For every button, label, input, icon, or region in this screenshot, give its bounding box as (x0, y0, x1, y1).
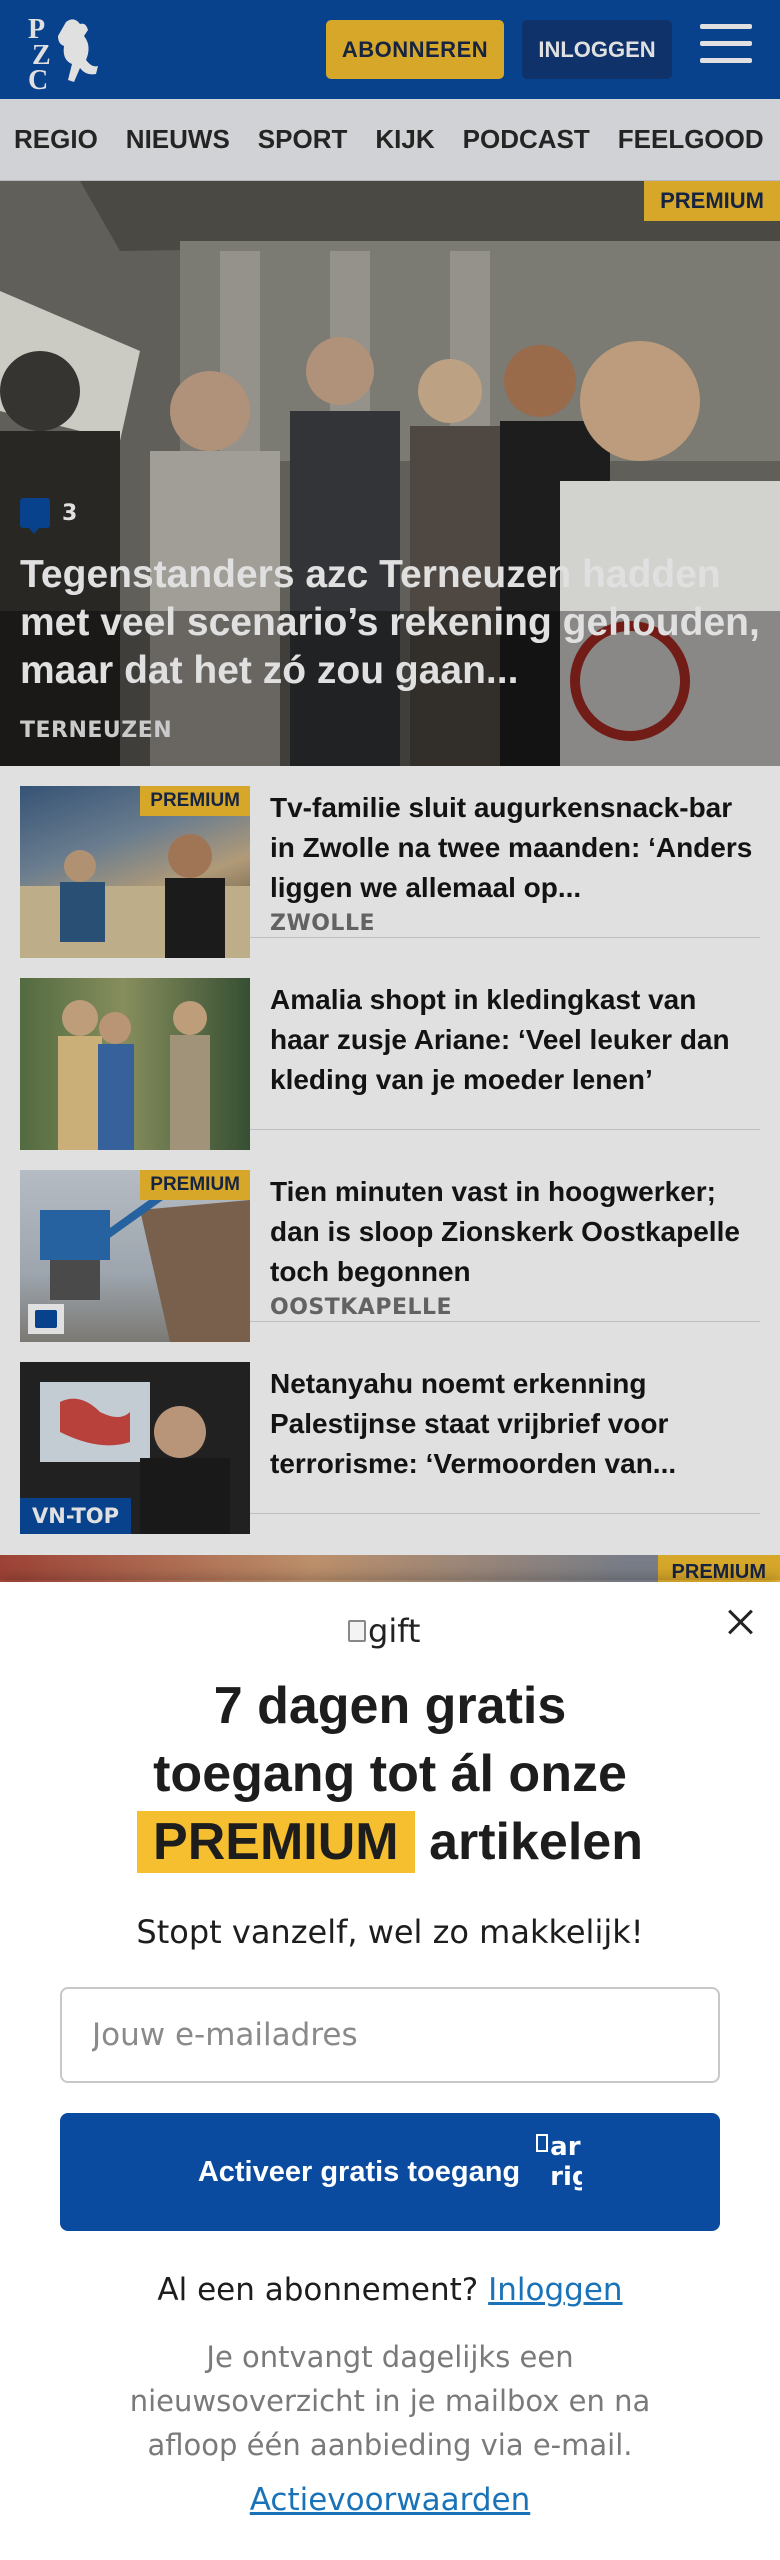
comment-count-badge: 3 (20, 494, 90, 534)
hero-location: TERNEUZEN (20, 718, 173, 743)
subscribe-button[interactable]: ABONNEREN (326, 20, 504, 79)
heading-line-2: toegang tot ál onze (153, 1745, 627, 1803)
article-thumbnail: PREMIUM (20, 1170, 250, 1342)
gift-alt-text: gift (368, 1612, 421, 1650)
article-thumbnail: PREMIUM (20, 786, 250, 958)
heading-line-3: PREMIUM artikelen (40, 1808, 740, 1876)
account-prompt: Al een abonnement? (157, 2272, 479, 2308)
comment-icon (20, 498, 50, 534)
modal-heading: 7 dagen gratis toegang tot ál onze PREMI… (40, 1672, 740, 1876)
hero-headline[interactable]: Tegenstanders azc Terneuzen hadden met v… (20, 551, 760, 695)
modal-subheading: Stopt vanzelf, wel zo makkelijk! (136, 1913, 644, 1951)
nav-item-nieuws[interactable]: NIEUWS (112, 124, 244, 155)
activate-trial-button[interactable]: Activeer gratis toegang arrow-right (60, 2113, 720, 2231)
existing-account-line: Al een abonnement? Inloggen (40, 2272, 740, 2308)
nav-item-podcast[interactable]: PODCAST (449, 124, 604, 155)
article-thumbnail: VN-TOP (20, 1362, 250, 1534)
nav-item-kijk[interactable]: KIJK (361, 124, 448, 155)
premium-badge: PREMIUM (140, 1170, 250, 1200)
section-nav: REGIO NIEUWS SPORT KIJK PODCAST FEELGOOD (0, 99, 780, 181)
article-thumbnail (20, 978, 250, 1150)
article-headline[interactable]: Amalia shopt in kledingkast van haar zus… (270, 980, 760, 1100)
premium-badge: PREMIUM (140, 786, 250, 816)
heading-line-1: 7 dagen gratis (213, 1677, 567, 1735)
article-headline[interactable]: Netanyahu noemt erkenning Palestijnse st… (270, 1364, 760, 1484)
comment-icon (28, 1304, 64, 1334)
svg-text:C: C (28, 65, 48, 90)
nav-item-sport[interactable]: SPORT (244, 124, 362, 155)
premium-badge: PREMIUM (644, 181, 780, 221)
site-header: P Z C ABONNEREN INLOGGEN (0, 0, 780, 99)
broken-image-icon (348, 1620, 366, 1642)
terms-link[interactable]: Actievoorwaarden (250, 2482, 531, 2518)
trial-signup-modal: gift 7 dagen gratis toegang tot ál onze … (0, 1582, 780, 2560)
hamburger-menu-icon[interactable] (700, 24, 752, 72)
close-icon[interactable] (722, 1604, 758, 1640)
article-location: ZWOLLE (270, 911, 375, 936)
category-tag: VN-TOP (20, 1498, 132, 1534)
email-field[interactable] (60, 1987, 720, 2083)
article-card[interactable]: Amalia shopt in kledingkast van haar zus… (20, 958, 760, 1150)
pzc-logo[interactable]: P Z C (26, 12, 116, 90)
nav-item-regio[interactable]: REGIO (0, 124, 112, 155)
gift-icon: gift (348, 1612, 420, 1650)
article-card[interactable]: PREMIUM Tv-familie sluit augurkensnack-b… (20, 766, 760, 958)
cta-label: Activeer gratis toegang (197, 2155, 521, 2188)
newsletter-info: Je ontvangt dagelijks een nieuwsoverzich… (129, 2340, 651, 2462)
article-location: OOSTKAPELLE (270, 1295, 453, 1320)
article-card[interactable]: VN-TOP Netanyahu noemt erkenning Palesti… (20, 1342, 760, 1534)
arrow-right-icon: arrow-right (536, 2122, 582, 2222)
heading-tail: artikelen (429, 1813, 643, 1871)
nav-item-feelgood[interactable]: FEELGOOD (604, 124, 778, 155)
login-button[interactable]: INLOGGEN (522, 20, 672, 79)
hero-article[interactable]: PREMIUM 3 Tegenstanders azc Terneuzen ha… (0, 181, 780, 766)
login-link[interactable]: Inloggen (488, 2272, 622, 2308)
comment-count: 3 (62, 500, 78, 526)
premium-highlight: PREMIUM (137, 1811, 415, 1873)
article-headline[interactable]: Tien minuten vast in hoogwerker; dan is … (270, 1172, 760, 1292)
article-headline[interactable]: Tv-familie sluit augurkensnack-bar in Zw… (270, 788, 760, 908)
article-card[interactable]: PREMIUM Tien minuten vast in hoogwerker;… (20, 1150, 760, 1342)
